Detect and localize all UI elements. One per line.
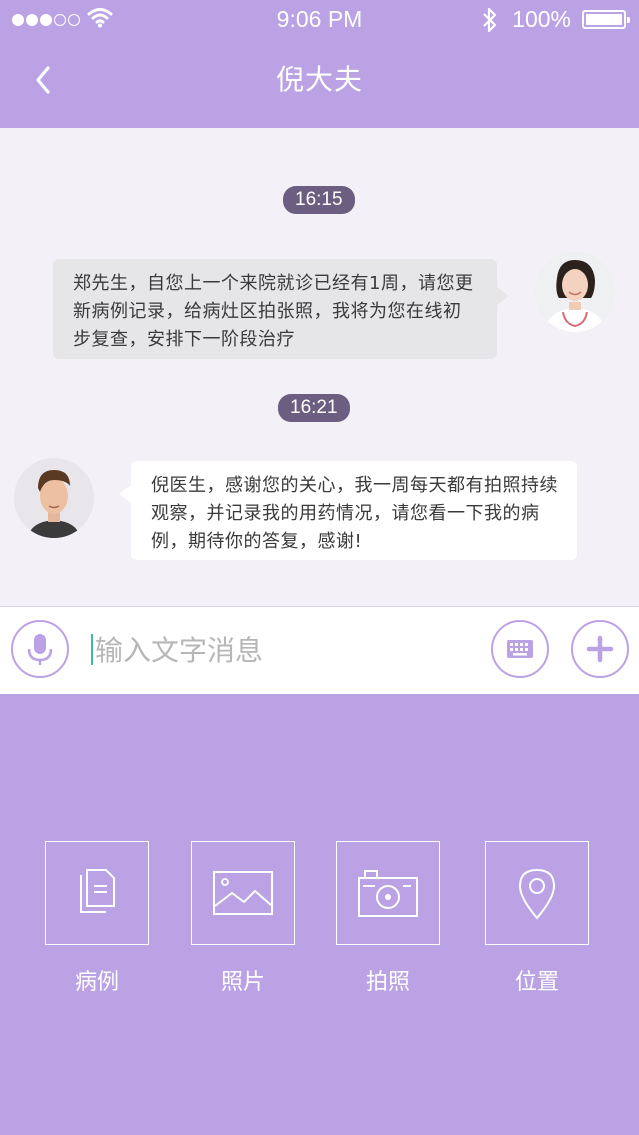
camera-icon	[358, 870, 418, 917]
plus-icon	[586, 635, 614, 663]
plus-button[interactable]	[571, 620, 629, 678]
location-pin-icon	[518, 868, 556, 920]
message-text: 倪医生，感谢您的关心，我一周每天都有拍照持续观察，并记录我的用药情况，请您看一下…	[151, 475, 558, 552]
battery-percentage: 100%	[512, 6, 571, 32]
time-badge: 16:15	[283, 186, 355, 214]
image-icon	[213, 871, 273, 915]
battery-icon	[582, 10, 630, 29]
attach-label: 拍照	[365, 970, 410, 995]
attach-label: 照片	[220, 970, 265, 995]
microphone-button[interactable]	[11, 620, 69, 678]
attach-location-button[interactable]	[485, 841, 589, 945]
bluetooth-icon	[480, 6, 500, 38]
text-cursor	[91, 634, 93, 665]
attach-label: 位置	[514, 970, 559, 995]
document-icon	[80, 869, 115, 913]
attach-camera-button[interactable]	[336, 841, 440, 945]
keyboard-icon	[507, 640, 533, 658]
message-input[interactable]	[95, 630, 475, 670]
attach-medical-record-button[interactable]	[45, 841, 149, 945]
patient-message-bubble: 倪医生，感谢您的关心，我一周每天都有拍照持续观察，并记录我的用药情况，请您看一下…	[119, 461, 577, 560]
attach-label: 病例	[74, 970, 119, 995]
message-text: 郑先生，自您上一个来院就诊已经有1周，请您更新病例记录，给病灶区拍张照，我将为您…	[73, 273, 474, 350]
attach-photo-button[interactable]	[191, 841, 295, 945]
doctor-message-bubble: 郑先生，自您上一个来院就诊已经有1周，请您更新病例记录，给病灶区拍张照，我将为您…	[53, 259, 509, 359]
time-badge: 16:21	[278, 394, 350, 422]
microphone-icon	[27, 634, 53, 665]
doctor-avatar[interactable]	[535, 252, 615, 332]
page-title: 倪大夫	[275, 63, 363, 96]
keyboard-button[interactable]	[491, 620, 549, 678]
patient-avatar[interactable]	[14, 458, 94, 538]
